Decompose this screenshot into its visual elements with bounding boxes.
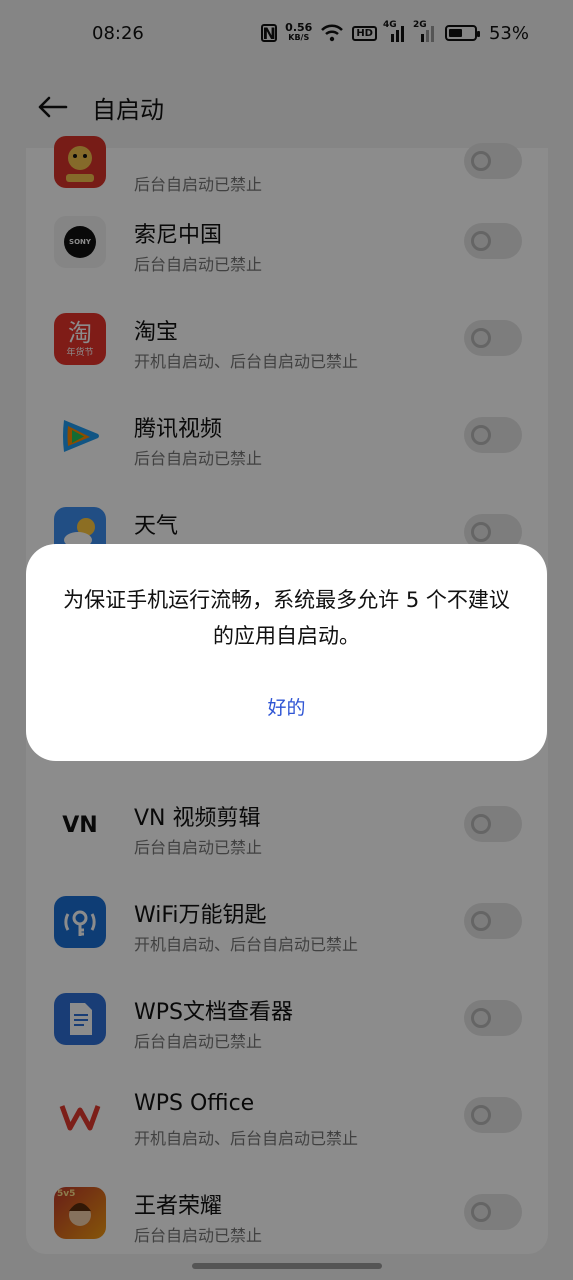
home-indicator[interactable] <box>192 1263 382 1269</box>
dialog-message: 为保证手机运行流畅，系统最多允许 5 个不建议的应用自启动。 <box>63 588 510 648</box>
alert-dialog: 为保证手机运行流畅，系统最多允许 5 个不建议的应用自启动。 好的 <box>26 544 547 761</box>
ok-button[interactable]: 好的 <box>226 688 347 728</box>
